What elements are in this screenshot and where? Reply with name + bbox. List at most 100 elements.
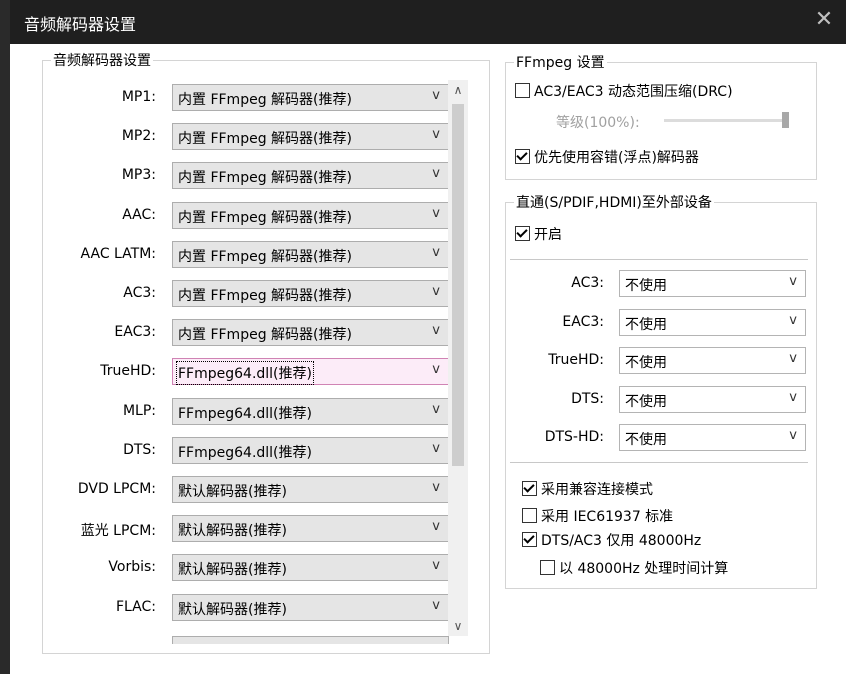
ffmpeg-group-legend: FFmpeg 设置 bbox=[516, 55, 605, 71]
chevron-down-icon: v bbox=[789, 428, 797, 443]
level-slider-track[interactable] bbox=[664, 119, 786, 122]
iec61937-checkbox[interactable]: 采用 IEC61937 标准 bbox=[522, 506, 673, 526]
chevron-down-icon: v bbox=[789, 313, 797, 328]
chevron-down-icon: v bbox=[432, 284, 440, 299]
decoder-select-value: 内置 FFmpeg 解码器(推荐) bbox=[178, 92, 352, 108]
decoder-select[interactable]: 内置 FFmpeg 解码器(推荐) v bbox=[172, 241, 449, 268]
decoder-label: AAC LATM: bbox=[80, 246, 156, 262]
passthrough-select[interactable]: 不使用 v bbox=[619, 424, 806, 451]
passthrough-select[interactable]: 不使用 v bbox=[619, 347, 806, 374]
decoder-label: AC3: bbox=[123, 285, 156, 301]
compat-label: 采用兼容连接模式 bbox=[541, 482, 653, 498]
passthrough-select-value: 不使用 bbox=[625, 394, 667, 410]
chevron-down-icon: v bbox=[432, 598, 440, 613]
decoder-select-value: 内置 FFmpeg 解码器(推荐) bbox=[178, 131, 352, 147]
decoder-select[interactable]: 默认解码器(推荐) v bbox=[172, 515, 449, 542]
passthrough-select[interactable]: 不使用 v bbox=[619, 270, 806, 297]
decoder-label: FLAC: bbox=[116, 599, 156, 615]
level-slider-thumb[interactable] bbox=[782, 112, 789, 128]
passthrough-select[interactable]: 不使用 v bbox=[619, 309, 806, 336]
decoder-select-value: 默认解码器(推荐) bbox=[178, 602, 287, 618]
decoder-select-value: 默认解码器(推荐) bbox=[178, 484, 287, 500]
compat-checkbox-box[interactable] bbox=[522, 481, 537, 496]
enable-label: 开启 bbox=[534, 227, 562, 243]
chevron-down-icon: v bbox=[789, 274, 797, 289]
chevron-down-icon: v bbox=[432, 519, 440, 534]
passthrough-label: DTS-HD: bbox=[544, 429, 604, 445]
enable-passthrough-checkbox[interactable]: 开启 bbox=[515, 224, 562, 244]
decoder-label: MP2: bbox=[121, 128, 156, 144]
decoder-select[interactable]: 内置 FFmpeg 解码器(推荐) v bbox=[172, 319, 449, 346]
prefer-float-label: 优先使用容错(浮点)解码器 bbox=[534, 150, 699, 166]
decoder-select-value: 默认解码器(推荐) bbox=[178, 523, 287, 539]
decoder-label: MLP: bbox=[122, 403, 156, 419]
divider bbox=[510, 462, 808, 463]
decoder-select-value: 内置 FFmpeg 解码器(推荐) bbox=[178, 288, 352, 304]
drc-checkbox-box[interactable] bbox=[515, 83, 530, 98]
decoder-select[interactable]: 默认解码器(推荐) v bbox=[172, 594, 449, 621]
passthrough-label: AC3: bbox=[571, 275, 604, 291]
decoder-select[interactable]: 内置 FFmpeg 解码器(推荐) v bbox=[172, 123, 449, 150]
decoder-select[interactable]: 默认解码器(推荐) v bbox=[172, 476, 449, 503]
decoder-select-value: FFmpeg64.dll(推荐) bbox=[178, 406, 312, 422]
decoder-label: AAC: bbox=[122, 207, 156, 223]
decoder-label: MP1: bbox=[121, 89, 156, 105]
dts-48k-checkbox[interactable]: DTS/AC3 仅用 48000Hz bbox=[522, 530, 701, 550]
window-title: 音频解码器设置 bbox=[24, 15, 137, 34]
scroll-up-icon[interactable]: ∧ bbox=[448, 80, 468, 100]
chevron-down-icon: v bbox=[432, 402, 440, 417]
iec-checkbox-box[interactable] bbox=[522, 508, 537, 523]
passthrough-group-legend: 直通(S/PDIF,HDMI)至外部设备 bbox=[516, 195, 712, 211]
decoder-label: Vorbis: bbox=[108, 559, 156, 575]
scrollbar-thumb[interactable] bbox=[452, 104, 464, 466]
decoder-select-value: 内置 FFmpeg 解码器(推荐) bbox=[178, 170, 352, 186]
prefer-float-checkbox-box[interactable] bbox=[515, 149, 530, 164]
calc48-checkbox-box[interactable] bbox=[540, 560, 555, 575]
decoder-label: MP3: bbox=[121, 167, 156, 183]
level-label: 等级(100%): bbox=[556, 115, 640, 131]
chevron-down-icon: v bbox=[432, 245, 440, 260]
decoder-select[interactable]: 内置 FFmpeg 解码器(推荐) v bbox=[172, 84, 449, 111]
scroll-down-icon[interactable]: ∨ bbox=[448, 616, 468, 636]
decoder-label: EAC3: bbox=[114, 324, 156, 340]
passthrough-select-value: 不使用 bbox=[625, 278, 667, 294]
decoder-label: TrueHD: bbox=[100, 363, 156, 379]
decoder-select[interactable]: 默认解码器(推荐) v bbox=[172, 554, 449, 581]
decoder-label: DTS: bbox=[123, 442, 156, 458]
passthrough-select-value: 不使用 bbox=[625, 432, 667, 448]
decoder-select-partial[interactable] bbox=[172, 636, 449, 644]
decoder-select[interactable]: 内置 FFmpeg 解码器(推荐) v bbox=[172, 202, 449, 229]
decoder-select[interactable]: 内置 FFmpeg 解码器(推荐) v bbox=[172, 162, 449, 189]
passthrough-label: EAC3: bbox=[562, 314, 604, 330]
decoder-select[interactable]: 内置 FFmpeg 解码器(推荐) v bbox=[172, 280, 449, 307]
passthrough-select-value: 不使用 bbox=[625, 355, 667, 371]
background-window-edge bbox=[0, 0, 10, 674]
chevron-down-icon: v bbox=[432, 323, 440, 338]
passthrough-select[interactable]: 不使用 v bbox=[619, 386, 806, 413]
passthrough-label: TrueHD: bbox=[548, 352, 604, 368]
title-bar: 音频解码器设置 ✕ bbox=[10, 0, 846, 44]
compat-mode-checkbox[interactable]: 采用兼容连接模式 bbox=[522, 479, 653, 499]
enable-checkbox-box[interactable] bbox=[515, 226, 530, 241]
divider bbox=[510, 259, 808, 260]
chevron-down-icon: v bbox=[432, 127, 440, 142]
decoder-label: 蓝光 LPCM: bbox=[80, 523, 156, 539]
chevron-down-icon: v bbox=[432, 166, 440, 181]
decoder-select[interactable]: FFmpeg64.dll(推荐) v bbox=[172, 398, 449, 425]
calc48-label: 以 48000Hz 处理时间计算 bbox=[559, 561, 729, 577]
calc-48k-checkbox[interactable]: 以 48000Hz 处理时间计算 bbox=[540, 558, 728, 578]
drc-checkbox[interactable]: AC3/EAC3 动态范围压缩(DRC) bbox=[515, 81, 733, 101]
decoder-scrollbar[interactable]: ∧ ∨ bbox=[448, 80, 468, 636]
decoder-select-value: 内置 FFmpeg 解码器(推荐) bbox=[178, 249, 352, 265]
chevron-down-icon: v bbox=[432, 362, 440, 377]
dts48-checkbox-box[interactable] bbox=[522, 532, 537, 547]
chevron-down-icon: v bbox=[789, 390, 797, 405]
iec-label: 采用 IEC61937 标准 bbox=[541, 509, 674, 525]
prefer-float-checkbox[interactable]: 优先使用容错(浮点)解码器 bbox=[515, 147, 699, 167]
close-icon[interactable]: ✕ bbox=[812, 8, 836, 32]
decoder-select[interactable]: FFmpeg64.dll(推荐) v bbox=[172, 358, 449, 385]
decoder-select-value: 内置 FFmpeg 解码器(推荐) bbox=[178, 210, 352, 226]
decoder-select-value: FFmpeg64.dll(推荐) bbox=[178, 445, 312, 461]
decoder-select[interactable]: FFmpeg64.dll(推荐) v bbox=[172, 437, 449, 464]
chevron-down-icon: v bbox=[432, 206, 440, 221]
